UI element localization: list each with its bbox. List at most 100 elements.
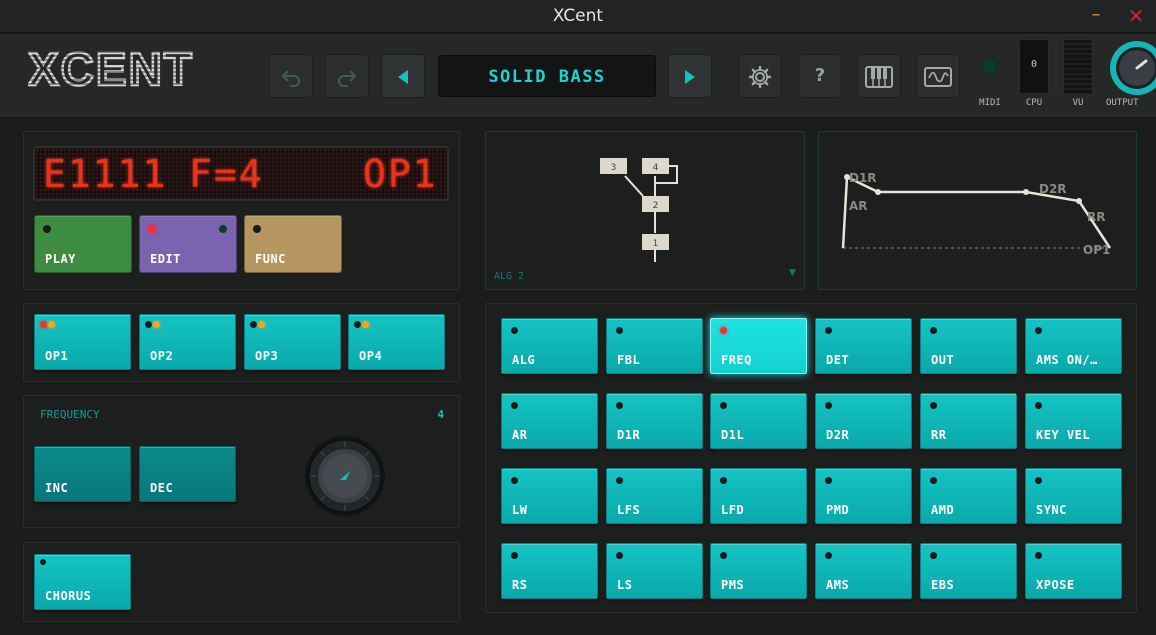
param-button-xpose[interactable]: XPOSE	[1025, 543, 1122, 599]
edit-secondary-led	[219, 225, 227, 233]
param-label: AR	[512, 428, 528, 442]
param-button-ar[interactable]: AR	[501, 393, 598, 449]
param-button-key-vel[interactable]: KEY VEL	[1025, 393, 1122, 449]
param-button-pms[interactable]: PMS	[710, 543, 807, 599]
preset-name-display[interactable]: SOLID BASS	[438, 55, 656, 97]
param-button-pmd[interactable]: PMD	[815, 468, 912, 524]
keyboard-button[interactable]	[857, 54, 901, 98]
param-led	[1035, 327, 1042, 334]
param-led	[825, 327, 832, 334]
func-led	[253, 225, 261, 233]
param-button-rs[interactable]: RS	[501, 543, 598, 599]
param-button-d2r[interactable]: D2R	[815, 393, 912, 449]
chevron-down-icon[interactable]: ▼	[789, 268, 796, 278]
param-button-lfs[interactable]: LFS	[606, 468, 703, 524]
d2r-label: D2R	[1039, 182, 1067, 196]
op1-led-red	[40, 321, 47, 328]
next-preset-button[interactable]	[668, 54, 712, 98]
param-label: XPOSE	[1036, 578, 1075, 592]
param-button-ams[interactable]: AMS	[815, 543, 912, 599]
op3-button[interactable]: OP3	[244, 314, 341, 370]
param-label: EBS	[931, 578, 955, 592]
help-icon: ?	[814, 65, 826, 86]
param-button-ebs[interactable]: EBS	[920, 543, 1017, 599]
undo-icon	[281, 69, 300, 87]
param-label: LW	[512, 503, 528, 517]
param-button-alg[interactable]: ALG	[501, 318, 598, 374]
op3-label: OP3	[255, 349, 279, 363]
window-title: XCent	[552, 6, 604, 26]
play-mode-button[interactable]: PLAY	[34, 215, 132, 273]
help-button[interactable]: ?	[798, 54, 842, 98]
param-button-amd[interactable]: AMD	[920, 468, 1017, 524]
rr-label: RR	[1087, 210, 1105, 224]
midi-label: MIDI	[979, 98, 1001, 108]
param-label: AMD	[931, 503, 955, 517]
param-button-lw[interactable]: LW	[501, 468, 598, 524]
param-button-det[interactable]: DET	[815, 318, 912, 374]
cpu-label: CPU	[1025, 98, 1043, 108]
d1r-label: D1R	[849, 171, 877, 185]
func-mode-button[interactable]: FUNC	[244, 215, 342, 273]
param-label: DET	[826, 353, 850, 367]
param-label: RR	[931, 428, 947, 442]
param-label: FREQ	[721, 353, 752, 367]
param-label: OUT	[931, 353, 955, 367]
op1-led-orange	[48, 321, 55, 328]
waveform-icon	[924, 66, 952, 87]
minimize-button[interactable]: –	[1084, 6, 1108, 26]
param-led	[1035, 402, 1042, 409]
param-button-d1l[interactable]: D1L	[710, 393, 807, 449]
edit-mode-button[interactable]: EDIT	[139, 215, 237, 273]
output-knob[interactable]	[1106, 39, 1156, 97]
param-button-sync[interactable]: SYNC	[1025, 468, 1122, 524]
op2-led-orange	[153, 321, 160, 328]
inc-button[interactable]: INC	[34, 446, 131, 502]
param-led	[825, 552, 832, 559]
waveform-button[interactable]	[916, 54, 960, 98]
frequency-label: FREQUENCY	[40, 408, 100, 421]
envelope-graph: D1R AR D2R RR OP1	[818, 131, 1137, 290]
param-led	[720, 552, 727, 559]
settings-button[interactable]	[738, 54, 782, 98]
param-label: PMS	[721, 578, 745, 592]
param-led	[1035, 477, 1042, 484]
param-label: LS	[617, 578, 633, 592]
play-led	[43, 225, 51, 233]
param-button-out[interactable]: OUT	[920, 318, 1017, 374]
param-button-ls[interactable]: LS	[606, 543, 703, 599]
cpu-meter: 0	[1019, 39, 1049, 94]
op1-button[interactable]: OP1	[34, 314, 131, 370]
param-led	[720, 477, 727, 484]
prev-preset-button[interactable]	[381, 54, 425, 98]
op2-button[interactable]: OP2	[139, 314, 236, 370]
param-label: RS	[512, 578, 528, 592]
chorus-button[interactable]: CHORUS	[34, 554, 131, 610]
op4-led-orange	[362, 321, 369, 328]
param-button-rr[interactable]: RR	[920, 393, 1017, 449]
keyboard-icon	[865, 65, 893, 88]
param-button-lfd[interactable]: LFD	[710, 468, 807, 524]
alg-op2: 2	[653, 201, 659, 211]
op3-led-orange	[258, 321, 265, 328]
op3-led-off	[250, 321, 257, 328]
param-label: SYNC	[1036, 503, 1067, 517]
undo-button[interactable]	[269, 54, 313, 98]
param-label: ALG	[512, 353, 536, 367]
param-led	[720, 402, 727, 409]
redo-button[interactable]	[325, 54, 369, 98]
close-button[interactable]: ✕	[1124, 4, 1148, 28]
op4-button[interactable]: OP4	[348, 314, 445, 370]
param-label: PMD	[826, 503, 850, 517]
param-led	[930, 477, 937, 484]
param-button-d1r[interactable]: D1R	[606, 393, 703, 449]
data-entry-knob[interactable]	[304, 435, 386, 517]
param-button-freq[interactable]: FREQ	[710, 318, 807, 374]
param-button-ams-on[interactable]: AMS ON/…	[1025, 318, 1122, 374]
param-led	[1035, 552, 1042, 559]
param-button-fbl[interactable]: FBL	[606, 318, 703, 374]
param-led	[616, 552, 623, 559]
param-led	[511, 327, 518, 334]
logo-text: XCENT	[28, 45, 194, 95]
dec-button[interactable]: DEC	[139, 446, 236, 502]
